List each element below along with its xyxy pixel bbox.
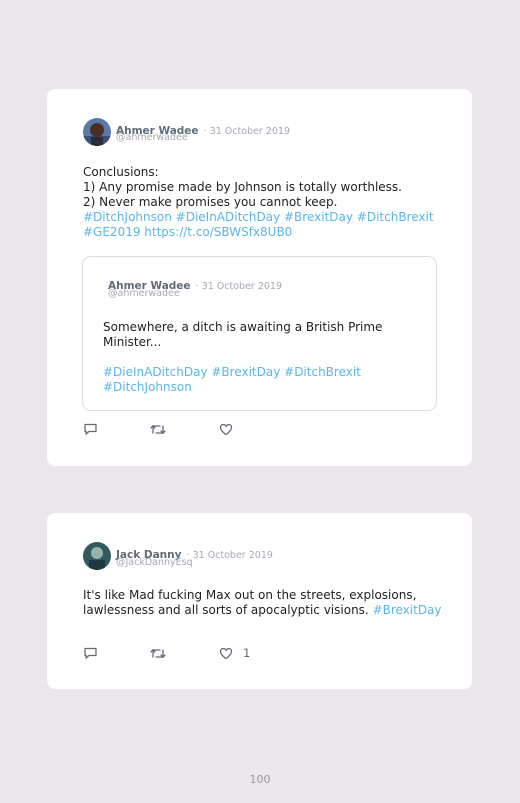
- like-button[interactable]: 1: [219, 646, 250, 660]
- like-count: 1: [243, 646, 251, 660]
- tweet-text-line: 1) Any promise made by Johnson is totall…: [83, 180, 402, 194]
- quote-text: Somewhere, a ditch is awaiting a British…: [103, 320, 382, 395]
- like-button[interactable]: [219, 423, 233, 436]
- tweet-text-line: Conclusions:: [83, 165, 159, 179]
- reply-button[interactable]: [83, 422, 98, 436]
- hashtag-line[interactable]: #DitchJohnson #DieInADitchDay #BrexitDay…: [83, 210, 434, 225]
- tweet-date[interactable]: · 31 October 2019: [204, 126, 290, 137]
- retweet-icon: [150, 423, 166, 436]
- retweet-icon: [150, 647, 166, 660]
- author-handle[interactable]: @JackDannyEsq: [116, 557, 193, 568]
- quote-date[interactable]: · 31 October 2019: [196, 281, 282, 292]
- tweet-text-line: 2) Never make promises you cannot keep.: [83, 195, 338, 209]
- reply-icon: [83, 422, 98, 436]
- hashtag-link-line[interactable]: #GE2019 https://t.co/SBWSfx8UB0: [83, 225, 434, 240]
- reply-icon: [83, 646, 98, 660]
- quote-hashtag-line[interactable]: #DieInADitchDay #BrexitDay #DitchBrexit: [103, 365, 382, 380]
- tweet-text-line: lawlessness and all sorts of apocalyptic…: [83, 603, 442, 618]
- quoted-tweet[interactable]: Ahmer Wadee · 31 October 2019 @ahmerwade…: [82, 256, 437, 411]
- quote-text-line: Minister...: [103, 335, 162, 349]
- quote-author-handle[interactable]: @ahmerwadee: [108, 288, 180, 299]
- tweet-card: Jack Danny · 31 October 2019 @JackDannyE…: [47, 513, 472, 689]
- page-number: 100: [249, 773, 271, 786]
- quote-text-line: Somewhere, a ditch is awaiting a British…: [103, 320, 383, 334]
- tweet-text: It's like Mad fucking Max out on the str…: [83, 588, 442, 618]
- avatar[interactable]: [83, 542, 111, 570]
- tweet-date[interactable]: · 31 October 2019: [187, 550, 273, 561]
- quote-hashtag-line[interactable]: #DitchJohnson: [103, 380, 382, 395]
- tweet-text: Conclusions: 1) Any promise made by John…: [83, 165, 434, 240]
- heart-icon: [219, 647, 233, 660]
- tweet-card: Ahmer Wadee · 31 October 2019 @ahmerwade…: [47, 89, 472, 466]
- tweet-text-line: It's like Mad fucking Max out on the str…: [83, 588, 417, 602]
- hashtag[interactable]: #BrexitDay: [369, 603, 442, 617]
- avatar[interactable]: [83, 118, 111, 146]
- reply-button[interactable]: [83, 646, 98, 660]
- retweet-button[interactable]: [150, 647, 166, 660]
- retweet-button[interactable]: [150, 423, 166, 436]
- tweet-text-fragment: lawlessness and all sorts of apocalyptic…: [83, 603, 369, 617]
- author-handle[interactable]: @ahmerwadee: [116, 132, 188, 143]
- heart-icon: [219, 423, 233, 436]
